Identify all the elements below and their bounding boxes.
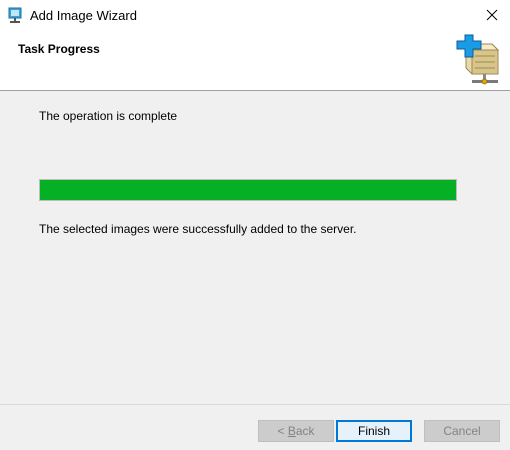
window-title: Add Image Wizard <box>30 8 137 23</box>
back-button-prefix: < <box>277 424 288 438</box>
wds-server-icon <box>8 7 22 23</box>
cancel-button[interactable]: Cancel <box>424 420 500 442</box>
back-button-access-key: B <box>287 424 296 438</box>
close-icon <box>486 9 498 21</box>
close-button[interactable] <box>474 0 510 30</box>
header-divider <box>0 90 510 91</box>
back-button-label-rest: ack <box>295 424 315 438</box>
title-bar[interactable]: Add Image Wizard <box>0 0 510 30</box>
footer-divider <box>0 404 510 405</box>
progress-bar-fill <box>40 180 456 200</box>
finish-button[interactable]: Finish <box>336 420 412 442</box>
progress-bar <box>39 179 457 201</box>
operation-status-label: The operation is complete <box>39 109 178 123</box>
result-message: The selected images were successfully ad… <box>39 222 357 236</box>
wizard-header: Task Progress <box>0 30 510 90</box>
back-button[interactable]: < Back <box>258 420 334 442</box>
server-add-icon <box>456 34 500 85</box>
page-title: Task Progress <box>18 42 100 56</box>
